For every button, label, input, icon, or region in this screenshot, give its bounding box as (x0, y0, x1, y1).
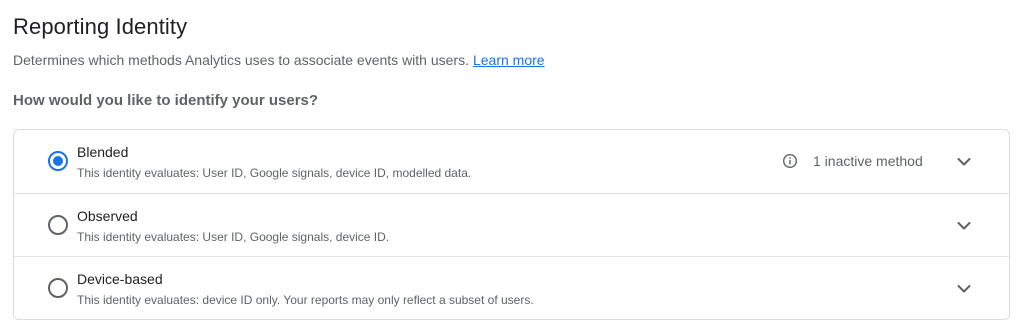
chevron-down-icon[interactable] (954, 152, 974, 172)
info-icon[interactable] (782, 153, 798, 169)
identity-options-card: Blended This identity evaluates: User ID… (13, 129, 1010, 320)
inactive-method-indicator: 1 inactive method (782, 153, 923, 169)
learn-more-link[interactable]: Learn more (473, 52, 545, 68)
chevron-down-icon[interactable] (954, 216, 974, 236)
radio-device-based[interactable] (48, 278, 68, 298)
option-blended[interactable]: Blended This identity evaluates: User ID… (14, 130, 1009, 193)
option-label-device-based: Device-based (77, 271, 163, 287)
page-description: Determines which methods Analytics uses … (13, 52, 545, 68)
inactive-method-text: 1 inactive method (813, 153, 923, 169)
page-title: Reporting Identity (13, 14, 188, 39)
option-description-observed: This identity evaluates: User ID, Google… (77, 230, 390, 244)
identity-question: How would you like to identify your user… (13, 92, 319, 109)
option-label-blended: Blended (77, 144, 129, 160)
radio-observed[interactable] (48, 215, 68, 235)
option-device-based[interactable]: Device-based This identity evaluates: de… (14, 256, 1009, 319)
option-description-blended: This identity evaluates: User ID, Google… (77, 166, 472, 180)
option-description-device-based: This identity evaluates: device ID only.… (77, 293, 534, 307)
radio-blended[interactable] (48, 151, 68, 171)
option-observed[interactable]: Observed This identity evaluates: User I… (14, 193, 1009, 256)
description-text: Determines which methods Analytics uses … (13, 52, 469, 68)
chevron-down-icon[interactable] (954, 279, 974, 299)
option-label-observed: Observed (77, 208, 138, 224)
